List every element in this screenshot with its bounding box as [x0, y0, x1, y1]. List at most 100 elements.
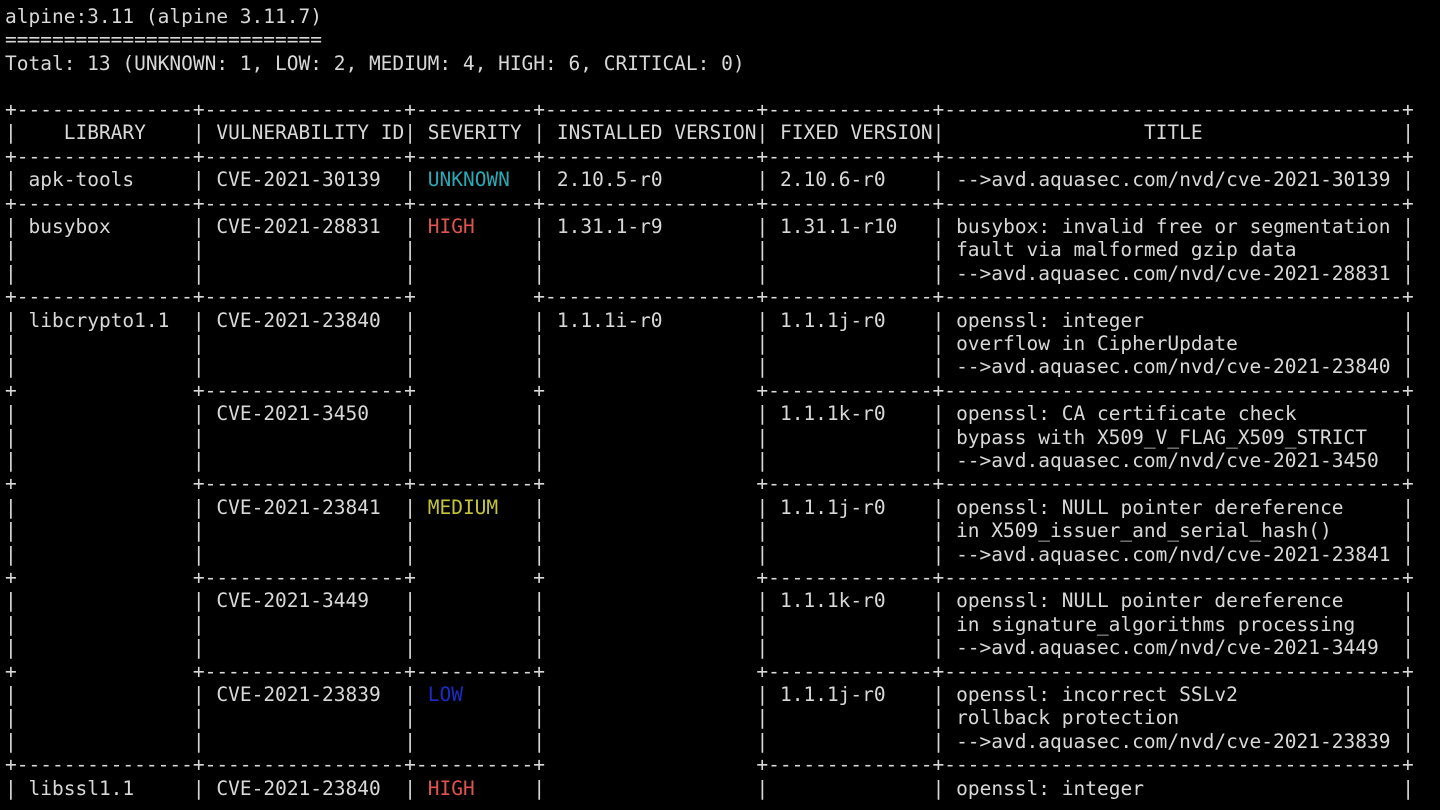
cell-divider: | — [404, 308, 416, 332]
cell-divider: | — [192, 121, 205, 145]
table-row: | | | | | | -->avd.aquasec.com/nvd/cve-2… — [5, 262, 1414, 285]
title-cell: bypass with X509_V_FLAG_X509_STRICT — [956, 425, 1367, 449]
header-fixed-version: FIXED VERSION — [779, 121, 933, 145]
cell-divider: | — [192, 215, 205, 238]
table-row: | | | | | | fault via malformed gzip dat… — [5, 238, 1414, 261]
cell-divider: | — [533, 215, 546, 238]
cell-divider: | — [192, 636, 205, 660]
cell-divider: | — [932, 121, 945, 145]
row-separator: +---------------+-----------------+-----… — [5, 753, 1414, 776]
cell-divider: | — [1402, 495, 1414, 519]
cell-divider: | — [756, 542, 769, 566]
vulnerability-summary: Total: 13 (UNKNOWN: 1, LOW: 2, MEDIUM: 4… — [5, 52, 745, 75]
fixed-version-cell: 2.10.6-r0 — [780, 168, 886, 192]
cell-divider: | — [5, 519, 17, 543]
table-border: +---------------+-----------------+-----… — [5, 144, 1414, 168]
table-row: | busybox | CVE-2021-28831 | HIGH | 1.31… — [5, 215, 1414, 238]
table-border: + +-----------------+----------+ +------… — [5, 472, 1414, 496]
fixed-version-cell: 1.31.1-r10 — [780, 215, 898, 238]
row-separator: + +-----------------+ + +--------------+… — [5, 566, 1414, 589]
table-row: | | | | | | in X509_issuer_and_serial_ha… — [5, 519, 1414, 542]
cell-divider: | — [533, 121, 546, 145]
cell-divider: | — [932, 215, 945, 238]
cell-divider: | — [756, 636, 769, 660]
table-row: | | CVE-2021-3449 | | | 1.1.1k-r0 | open… — [5, 589, 1414, 612]
cell-divider: | — [5, 683, 17, 706]
severity-cell: HIGH — [427, 776, 475, 800]
table-top-border: +---------------+-----------------+-----… — [5, 98, 1414, 121]
cell-divider: | — [1402, 636, 1414, 660]
cell-divider: | — [192, 308, 205, 332]
cell-divider: | — [533, 542, 546, 566]
cell-divider: | — [932, 261, 945, 285]
cell-divider: | — [1402, 776, 1414, 800]
title-cell: openssl: NULL pointer dereference — [956, 589, 1344, 613]
cell-divider: | — [1402, 215, 1415, 238]
cell-divider: | — [5, 215, 17, 238]
row-separator: +---------------+-----------------+ +---… — [5, 285, 1414, 308]
cell-divider: | — [932, 308, 945, 332]
cell-divider: | — [932, 238, 945, 262]
cell-divider: | — [404, 706, 416, 730]
cell-divider: | — [1402, 332, 1414, 355]
cell-divider: | — [533, 706, 546, 730]
severity-cell: UNKNOWN — [427, 168, 510, 192]
cell-divider: | — [404, 776, 416, 800]
cell-divider: | — [404, 215, 416, 238]
table-border: + +-----------------+ + +--------------+… — [5, 378, 1414, 402]
title-cell: -->avd.aquasec.com/nvd/cve-2021-3449 — [956, 636, 1379, 660]
cell-divider: | — [404, 495, 416, 519]
cell-divider: | — [533, 402, 546, 426]
title-cell: overflow in CipherUpdate — [956, 332, 1238, 355]
cell-divider: | — [756, 121, 769, 145]
cell-divider: | — [404, 542, 416, 566]
cell-divider: | — [404, 612, 416, 636]
table-row: | | CVE-2021-23839 | LOW | | 1.1.1j-r0 |… — [5, 683, 1414, 706]
cell-divider: | — [1402, 121, 1414, 145]
library-cell: busybox — [28, 215, 111, 238]
cell-divider: | — [533, 261, 546, 285]
table-row: | | | | | | overflow in CipherUpdate | — [5, 332, 1414, 355]
library-cell: libssl1.1 — [28, 776, 135, 800]
title-cell: busybox: invalid free or segmentation — [956, 215, 1391, 238]
table-row: | | | | | | -->avd.aquasec.com/nvd/cve-2… — [5, 636, 1414, 659]
cell-divider: | — [533, 729, 546, 753]
cell-divider: | — [5, 449, 17, 472]
cell-divider: | — [192, 355, 205, 379]
table-row: | | | | | | rollback protection | — [5, 706, 1414, 729]
cell-divider: | — [1402, 519, 1414, 543]
cell-divider: | — [756, 589, 769, 613]
installed-version-cell: 1.31.1-r9 — [556, 215, 663, 238]
title-cell: openssl: integer — [956, 776, 1144, 800]
cell-divider: | — [1402, 355, 1414, 379]
cell-divider: | — [5, 495, 17, 519]
cell-divider: | — [756, 706, 769, 730]
cell-divider: | — [404, 589, 416, 613]
title-cell: -->avd.aquasec.com/nvd/cve-2021-3450 — [956, 449, 1379, 472]
cell-divider: | — [533, 495, 546, 519]
cell-divider: | — [756, 168, 769, 192]
cell-divider: | — [404, 355, 416, 379]
title-cell: -->avd.aquasec.com/nvd/cve-2021-30139 — [956, 168, 1391, 192]
cell-divider: | — [756, 495, 769, 519]
table-row: | | | | | | -->avd.aquasec.com/nvd/cve-2… — [5, 543, 1414, 566]
table-row: | libssl1.1 | CVE-2021-23840 | HIGH | | … — [5, 777, 1414, 800]
cell-divider: | — [5, 121, 17, 145]
title-cell: openssl: incorrect SSLv2 — [956, 683, 1238, 706]
table-row: | | | | | | in signature_algorithms proc… — [5, 613, 1414, 636]
table-border: +---------------+-----------------+-----… — [5, 191, 1414, 215]
cell-divider: | — [533, 589, 546, 613]
table-row: | | CVE-2021-23841 | MEDIUM | | 1.1.1j-r… — [5, 496, 1414, 519]
title-cell: -->avd.aquasec.com/nvd/cve-2021-23840 — [956, 355, 1391, 379]
title-cell: openssl: integer — [956, 308, 1144, 332]
vulnerability-id-cell: CVE-2021-3449 — [216, 589, 369, 613]
cell-divider: | — [756, 238, 769, 262]
cell-divider: | — [5, 729, 17, 753]
vulnerability-id-cell: CVE-2021-3450 — [216, 402, 369, 426]
cell-divider: | — [192, 706, 205, 730]
cell-divider: | — [404, 519, 416, 543]
title-cell: openssl: NULL pointer dereference — [956, 495, 1344, 519]
cell-divider: | — [932, 776, 945, 800]
table-row: | libcrypto1.1 | CVE-2021-23840 | | 1.1.… — [5, 309, 1414, 332]
row-separator: + +-----------------+----------+ +------… — [5, 472, 1414, 495]
